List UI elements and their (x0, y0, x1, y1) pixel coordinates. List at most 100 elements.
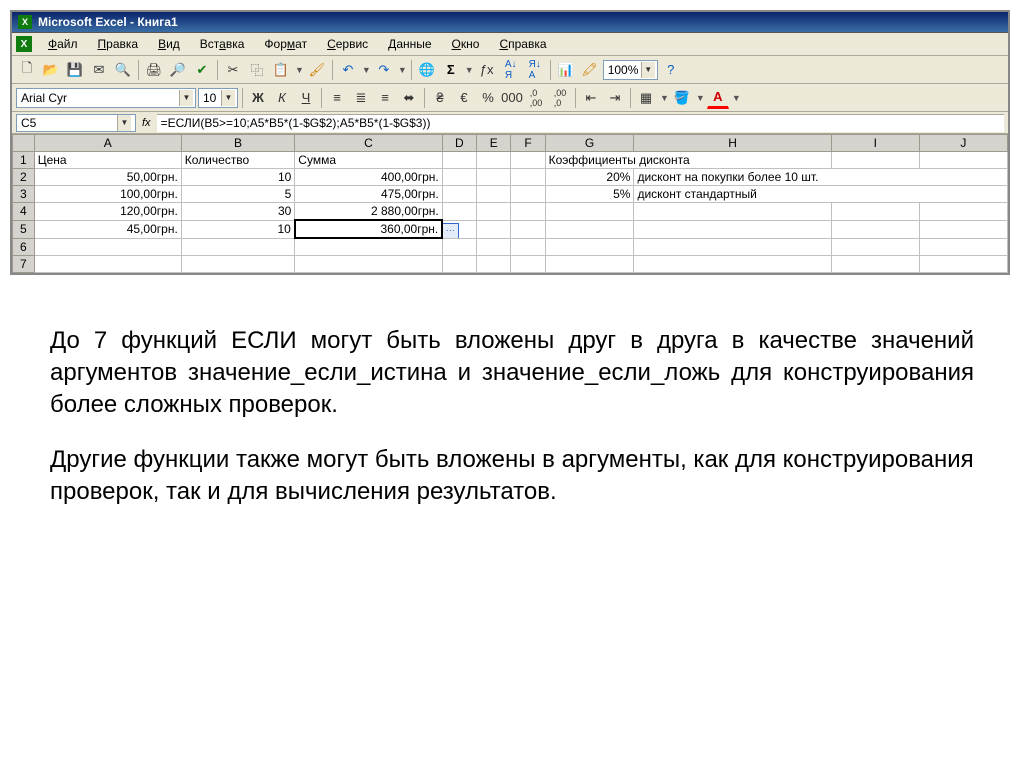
cell[interactable] (545, 220, 634, 238)
col-header[interactable]: D (442, 135, 476, 152)
cell[interactable]: 2 880,00грн. (295, 203, 442, 221)
cell[interactable] (34, 255, 181, 272)
cell[interactable] (477, 238, 511, 255)
cell[interactable] (545, 238, 634, 255)
menu-view[interactable]: Вид (154, 35, 184, 53)
cell[interactable]: 20% (545, 169, 634, 186)
menu-file[interactable]: Файл (44, 35, 82, 53)
menu-insert[interactable]: Вставка (196, 35, 249, 53)
smart-tag-icon[interactable]: ⋯ (442, 223, 459, 239)
cell[interactable] (442, 152, 476, 169)
chevron-down-icon[interactable]: ▼ (117, 115, 131, 131)
increase-decimal-icon[interactable]: ,0,00 (525, 87, 547, 109)
row-header[interactable]: 7 (13, 255, 35, 272)
decrease-indent-icon[interactable]: ⇤ (580, 87, 602, 109)
decrease-decimal-icon[interactable]: ,00,0 (549, 87, 571, 109)
cell[interactable]: 100,00грн. (34, 186, 181, 203)
row-header[interactable]: 5 (13, 220, 35, 238)
cell[interactable]: 400,00грн. (295, 169, 442, 186)
cell[interactable] (919, 152, 1007, 169)
row-header[interactable]: 3 (13, 186, 35, 203)
cell[interactable] (511, 169, 545, 186)
autosum-dropdown[interactable]: ▼ (464, 65, 474, 75)
cell[interactable] (477, 220, 511, 238)
menu-tools[interactable]: Сервис (323, 35, 372, 53)
increase-indent-icon[interactable]: ⇥ (604, 87, 626, 109)
cell[interactable] (295, 255, 442, 272)
col-header[interactable]: F (511, 135, 545, 152)
sort-asc-icon[interactable]: А↓Я (500, 59, 522, 81)
redo-icon[interactable]: ↷ (373, 59, 395, 81)
cell[interactable] (477, 152, 511, 169)
cell[interactable] (545, 255, 634, 272)
align-left-icon[interactable]: ≡ (326, 87, 348, 109)
cell[interactable]: 45,00грн. (34, 220, 181, 238)
cell[interactable]: 5 (181, 186, 295, 203)
cell[interactable]: 10 (181, 220, 295, 238)
paste-function-icon[interactable]: ƒx (476, 59, 498, 81)
cell[interactable]: Коэффициенты дисконта (545, 152, 831, 169)
cell[interactable] (831, 220, 919, 238)
cell[interactable] (295, 238, 442, 255)
cell[interactable] (442, 203, 476, 221)
undo-dropdown[interactable]: ▼ (361, 65, 371, 75)
chevron-down-icon[interactable]: ▼ (179, 90, 193, 106)
cell[interactable] (511, 186, 545, 203)
print-icon[interactable]: 🖨 (143, 59, 165, 81)
menu-format[interactable]: Формат (260, 35, 311, 53)
undo-icon[interactable]: ↶ (337, 59, 359, 81)
col-header[interactable]: A (34, 135, 181, 152)
col-header[interactable]: B (181, 135, 295, 152)
cell[interactable] (831, 203, 919, 221)
col-header[interactable]: G (545, 135, 634, 152)
cell[interactable] (634, 255, 831, 272)
hyperlink-icon[interactable]: 🌐 (416, 59, 438, 81)
cell[interactable]: Количество (181, 152, 295, 169)
zoom-box[interactable]: 100% ▼ (603, 60, 658, 80)
cell[interactable]: Цена (34, 152, 181, 169)
copy-icon[interactable]: ⿻ (246, 59, 268, 81)
cell[interactable] (831, 238, 919, 255)
euro-icon[interactable]: € (453, 87, 475, 109)
cell[interactable] (919, 255, 1007, 272)
redo-dropdown[interactable]: ▼ (397, 65, 407, 75)
cell[interactable] (477, 169, 511, 186)
paste-dropdown[interactable]: ▼ (294, 65, 304, 75)
cell[interactable] (634, 203, 831, 221)
cell[interactable]: 475,00грн. (295, 186, 442, 203)
email-icon[interactable]: ✉ (88, 59, 110, 81)
row-header[interactable]: 4 (13, 203, 35, 221)
col-header[interactable]: J (919, 135, 1007, 152)
search-icon[interactable]: 🔍 (112, 59, 134, 81)
font-color-icon[interactable]: A (707, 87, 729, 109)
fill-dropdown[interactable]: ▼ (695, 93, 705, 103)
align-right-icon[interactable]: ≡ (374, 87, 396, 109)
row-header[interactable]: 1 (13, 152, 35, 169)
comma-icon[interactable]: 000 (501, 87, 523, 109)
fill-color-icon[interactable]: 🪣 (671, 87, 693, 109)
font-color-dropdown[interactable]: ▼ (731, 93, 741, 103)
menu-window[interactable]: Окно (448, 35, 484, 53)
sort-desc-icon[interactable]: Я↓А (524, 59, 546, 81)
new-icon[interactable]: 🗋 (16, 59, 38, 81)
col-header[interactable]: I (831, 135, 919, 152)
borders-icon[interactable]: ▦ (635, 87, 657, 109)
spelling-icon[interactable]: ✔ (191, 59, 213, 81)
spreadsheet-grid[interactable]: A B C D E F G H I J 1 Цена Количество Су… (12, 134, 1008, 273)
cell[interactable] (511, 203, 545, 221)
cell[interactable]: ⋯ (442, 220, 476, 238)
cell[interactable] (442, 186, 476, 203)
col-header[interactable]: C (295, 135, 442, 152)
cell[interactable] (831, 255, 919, 272)
print-preview-icon[interactable]: 🔎 (167, 59, 189, 81)
cell[interactable] (831, 152, 919, 169)
formula-input[interactable]: =ЕСЛИ(B5>=10;A5*B5*(1-$G$2);A5*B5*(1-$G$… (157, 114, 1004, 132)
chevron-down-icon[interactable]: ▼ (641, 62, 655, 78)
align-center-icon[interactable]: ≣ (350, 87, 372, 109)
name-box[interactable]: C5 ▼ (16, 114, 136, 132)
cell[interactable] (511, 238, 545, 255)
cell[interactable] (477, 255, 511, 272)
open-icon[interactable]: 📂 (40, 59, 62, 81)
row-header[interactable]: 6 (13, 238, 35, 255)
merge-center-icon[interactable]: ⬌ (398, 87, 420, 109)
